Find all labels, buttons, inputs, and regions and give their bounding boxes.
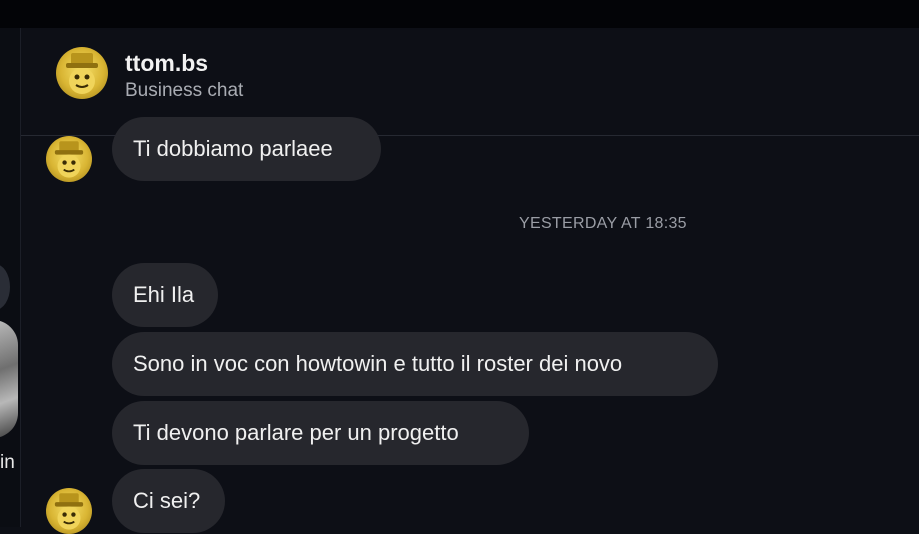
message-bubble[interactable]: Ehi Ila	[112, 263, 218, 327]
message-timestamp: YESTERDAY AT 18:35	[519, 215, 687, 232]
window-top-bar	[0, 0, 919, 28]
sender-avatar[interactable]	[46, 136, 92, 182]
conversation-list-edge: in	[0, 28, 21, 527]
conversation-label-partial: in	[0, 452, 15, 473]
message-bubble[interactable]: Sono in voc con howtowin e tutto il rost…	[112, 332, 718, 396]
profile-avatar[interactable]	[56, 47, 108, 99]
message-bubble[interactable]: Ti dobbiamo parlaee	[112, 117, 381, 181]
message-bubble[interactable]: Ci sei?	[112, 469, 225, 533]
sender-avatar[interactable]	[46, 488, 92, 534]
chat-subtitle: Business chat	[125, 80, 244, 101]
mascot-icon	[54, 141, 84, 178]
conversation-photo-partial[interactable]	[0, 320, 18, 438]
conversation-avatar-partial[interactable]	[0, 264, 10, 310]
mascot-icon	[54, 493, 84, 530]
message-bubble[interactable]: Ti devono parlare per un progetto	[112, 401, 529, 465]
chat-username[interactable]: ttom.bs	[125, 50, 208, 77]
mascot-icon	[66, 53, 98, 94]
